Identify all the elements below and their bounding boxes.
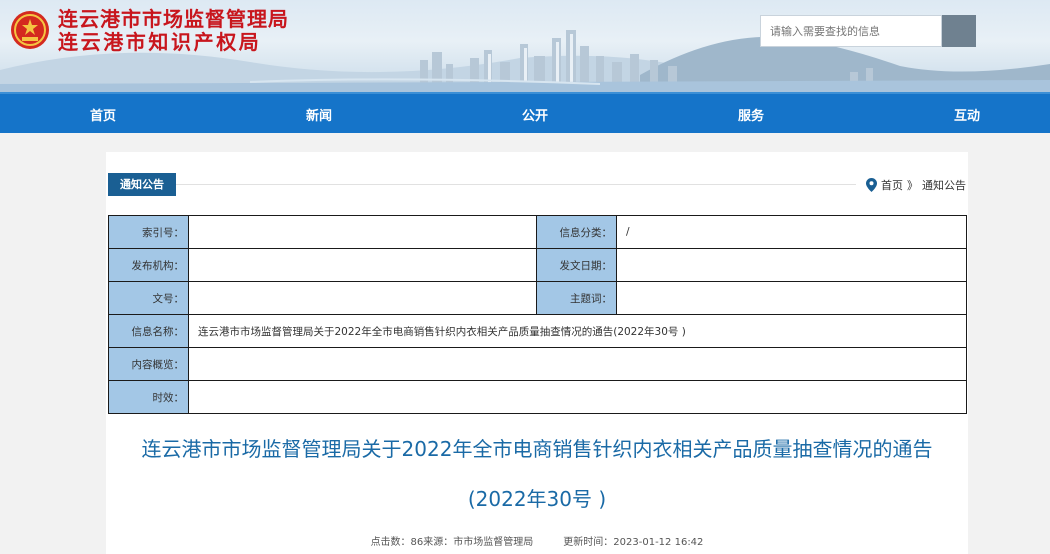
category-value: / bbox=[616, 215, 967, 249]
info-table: 索引号： 信息分类： / 发布机构： 发文日期： 文号： 主题词： 信息名称： … bbox=[108, 215, 967, 414]
location-pin-icon bbox=[866, 178, 877, 192]
search-box bbox=[760, 15, 976, 47]
nav-item-news[interactable]: 新闻 bbox=[306, 105, 332, 124]
publisher-value bbox=[188, 248, 537, 282]
category-label: 信息分类： bbox=[536, 215, 617, 249]
name-label: 信息名称： bbox=[108, 314, 189, 348]
subject-value bbox=[616, 281, 967, 315]
breadcrumb-separator: 》 bbox=[907, 179, 918, 192]
national-emblem-icon bbox=[11, 11, 49, 49]
site-title: 连云港市市场监督管理局 连云港市知识产权局 bbox=[58, 8, 289, 54]
site-title-line2: 连云港市知识产权局 bbox=[58, 30, 262, 54]
nav-item-interact[interactable]: 互动 bbox=[954, 105, 980, 124]
date-value bbox=[616, 248, 967, 282]
name-value: 连云港市市场监督管理局关于2022年全市电商销售针织内衣相关产品质量抽查情况的通… bbox=[188, 314, 967, 348]
nav-item-public[interactable]: 公开 bbox=[522, 105, 548, 124]
publisher-label: 发布机构： bbox=[108, 248, 189, 282]
index-value bbox=[188, 215, 537, 249]
click-count: 点击数：86 bbox=[370, 537, 424, 548]
breadcrumb: 首页 》 通知公告 bbox=[866, 177, 966, 193]
validity-label: 时效： bbox=[108, 380, 189, 414]
table-row: 时效： bbox=[108, 380, 967, 414]
summary-value bbox=[188, 347, 967, 381]
section-tab: 通知公告 bbox=[108, 173, 176, 196]
table-row: 文号： 主题词： bbox=[108, 281, 967, 315]
article-title-line2: (2022年30号 ) bbox=[467, 487, 607, 511]
table-row: 内容概览： bbox=[108, 347, 967, 381]
site-header: 连云港市市场监督管理局 连云港市知识产权局 bbox=[0, 0, 1050, 92]
nav-item-service[interactable]: 服务 bbox=[738, 105, 764, 124]
table-row: 发布机构： 发文日期： bbox=[108, 248, 967, 282]
validity-value bbox=[188, 380, 967, 414]
search-button[interactable] bbox=[942, 15, 976, 47]
article-title: 连云港市市场监督管理局关于2022年全市电商销售针织内衣相关产品质量抽查情况的通… bbox=[106, 424, 968, 524]
article-source: 来源：市市场监督管理局 bbox=[423, 537, 534, 548]
section-divider bbox=[176, 184, 856, 185]
table-row: 信息名称： 连云港市市场监督管理局关于2022年全市电商销售针织内衣相关产品质量… bbox=[108, 314, 967, 348]
main-nav: 首页 新闻 公开 服务 互动 bbox=[0, 92, 1050, 133]
breadcrumb-home[interactable]: 首页 bbox=[881, 177, 903, 193]
update-time: 更新时间：2023-01-12 16:42 bbox=[563, 537, 704, 548]
subject-label: 主题词： bbox=[536, 281, 617, 315]
article-title-line1: 连云港市市场监督管理局关于2022年全市电商销售针织内衣相关产品质量抽查情况的通… bbox=[141, 437, 933, 461]
date-label: 发文日期： bbox=[536, 248, 617, 282]
search-input[interactable] bbox=[760, 15, 942, 47]
site-title-line1: 连云港市市场监督管理局 bbox=[58, 7, 289, 31]
nav-item-home[interactable]: 首页 bbox=[90, 105, 116, 124]
breadcrumb-current[interactable]: 通知公告 bbox=[922, 177, 966, 193]
article-meta: 点击数：86来源：市市场监督管理局 更新时间：2023-01-12 16:42 bbox=[106, 533, 968, 548]
doc-no-value bbox=[188, 281, 537, 315]
summary-label: 内容概览： bbox=[108, 347, 189, 381]
doc-no-label: 文号： bbox=[108, 281, 189, 315]
table-row: 索引号： 信息分类： / bbox=[108, 215, 967, 249]
index-label: 索引号： bbox=[108, 215, 189, 249]
